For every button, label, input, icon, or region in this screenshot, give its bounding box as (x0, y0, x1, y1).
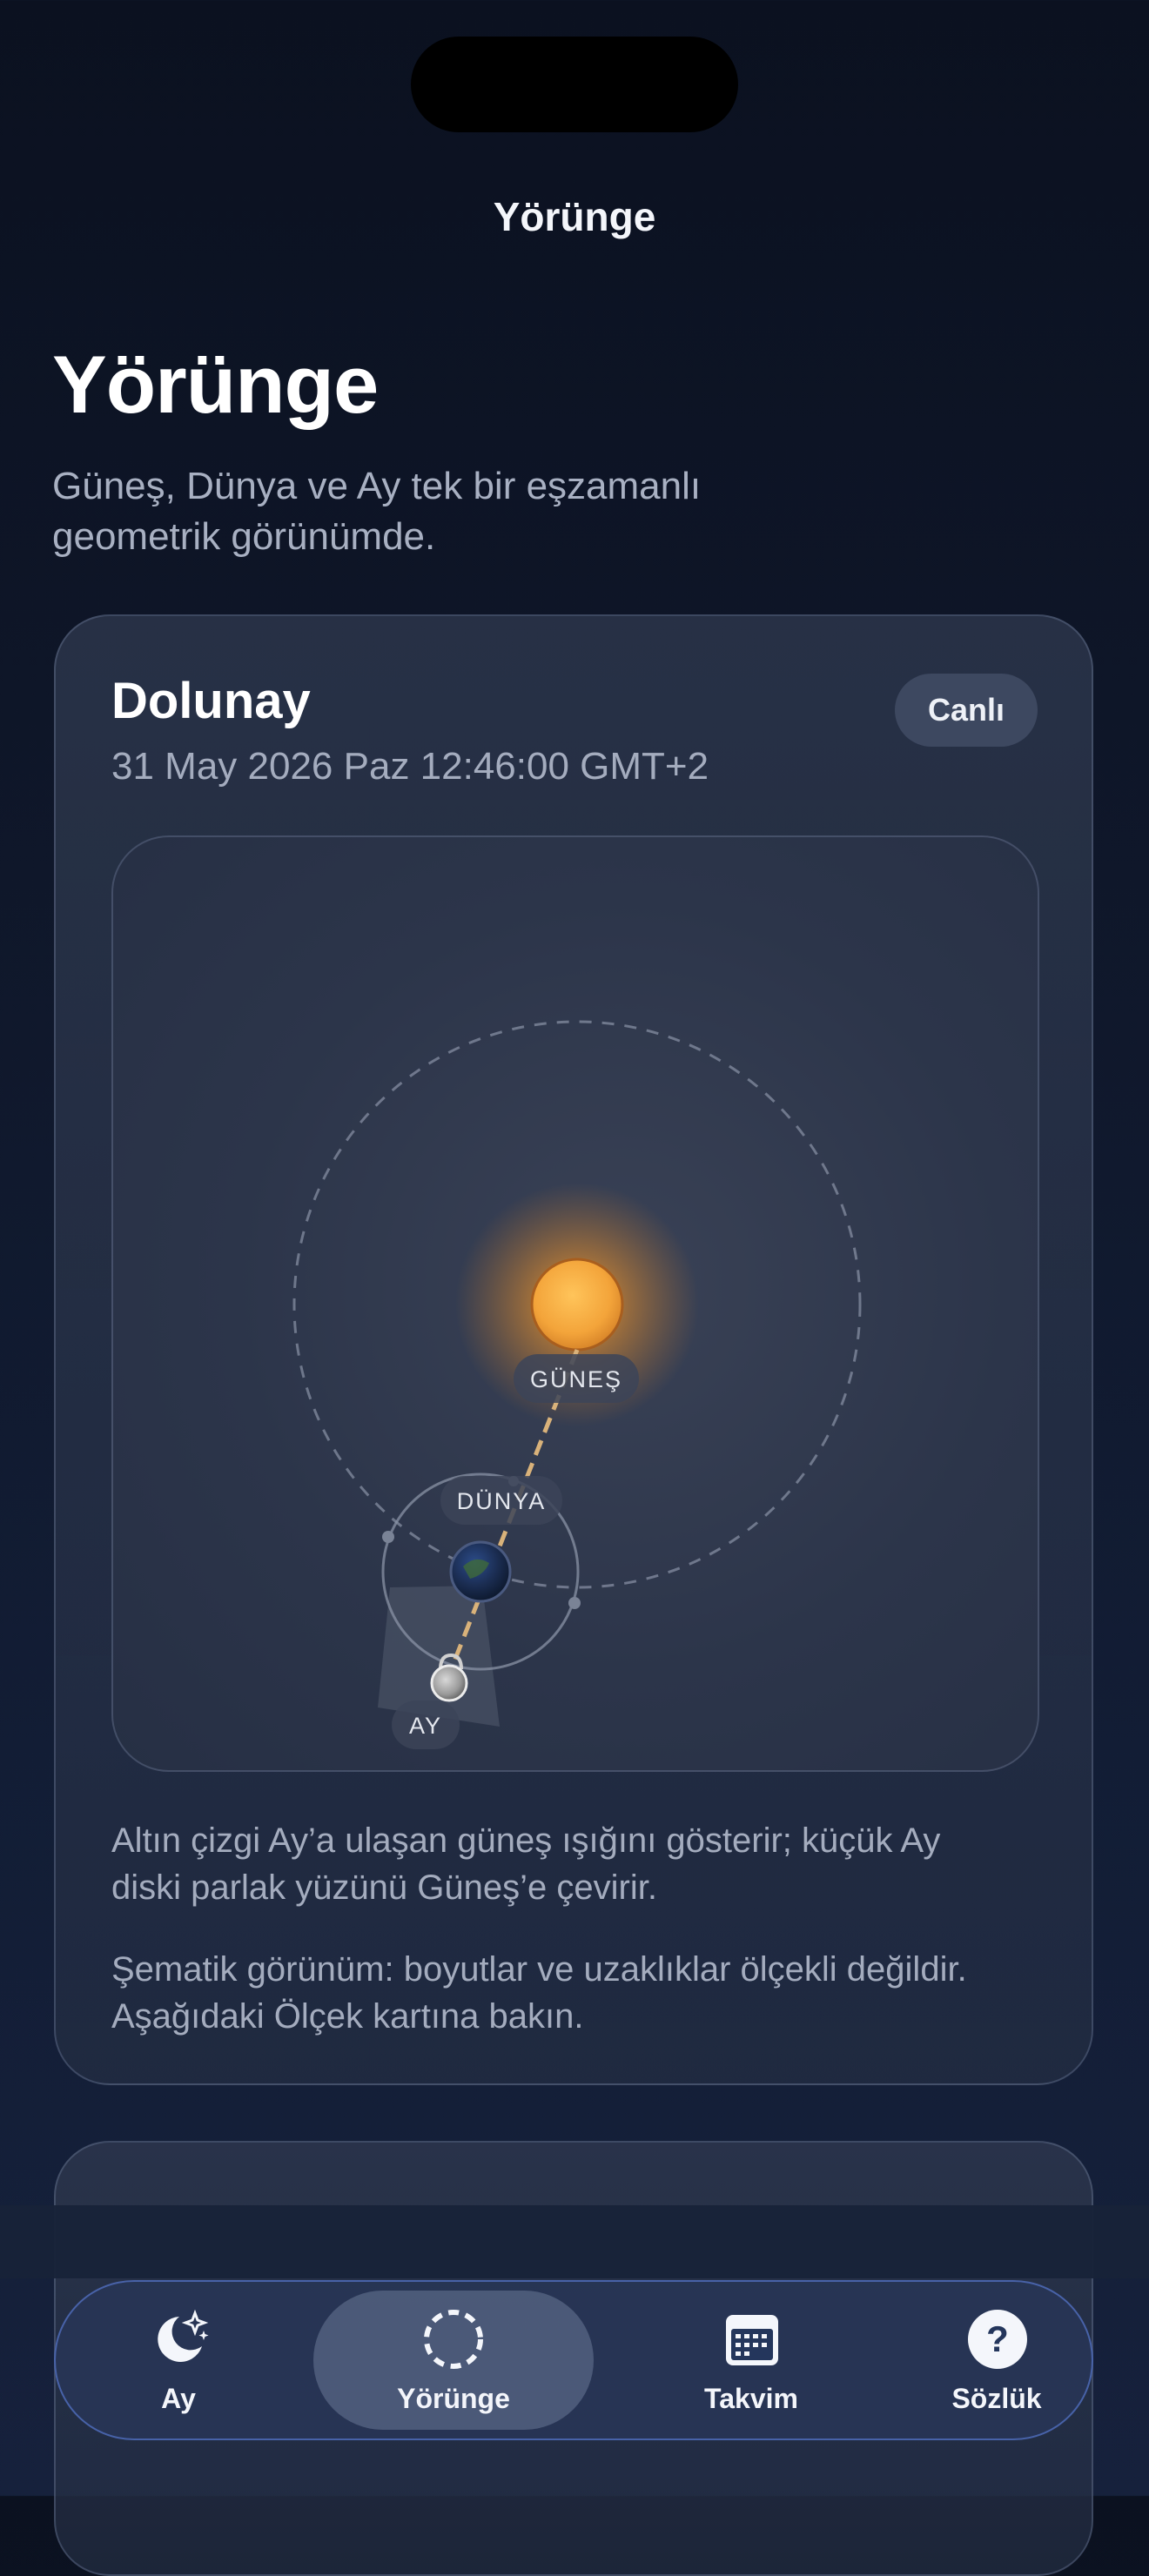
orbit-icon (424, 2310, 483, 2369)
orbit-diagram-svg: GÜNEŞ DÜNYA AY (292, 1020, 862, 1749)
moon-phase-name: Dolunay (111, 673, 311, 729)
earth-label: DÜNYA (457, 1488, 547, 1514)
moon-label: AY (409, 1713, 442, 1739)
tab-yorunge[interactable]: Yörünge (313, 2282, 594, 2438)
sunlight-description: Altın çizgi Ay’a ulaşan güneş ışığını gö… (111, 1817, 1052, 1911)
sun-label: GÜNEŞ (530, 1366, 622, 1392)
orbit-marker (568, 1597, 581, 1609)
orbit-card: Dolunay 31 May 2026 Paz 12:46:00 GMT+2 C… (54, 614, 1093, 2085)
note-line-1: Şematik görünüm: boyutlar ve uzaklıklar … (111, 1950, 967, 1989)
sun (530, 1258, 624, 1352)
moon (430, 1664, 468, 1702)
page-subtitle: Güneş, Dünya ve Ay tek bir eşzamanlı geo… (52, 461, 836, 562)
description-line-2: diski parlak yüzünü Güneş’e çevirir. (111, 1868, 657, 1907)
subtitle-line-1: Güneş, Dünya ve Ay tek bir eşzamanlı (52, 465, 702, 507)
tab-label: Ay (161, 2383, 196, 2414)
page-title: Yörünge (52, 339, 379, 430)
tab-ay[interactable]: Ay (56, 2282, 301, 2438)
moon-stars-icon (158, 2309, 209, 2362)
date-time: 31 May 2026 Paz 12:46:00 GMT+2 (111, 745, 709, 788)
tab-bar: Ay Yörünge Takvim ? Sözlük (54, 2280, 1093, 2440)
tab-label: Sözlük (951, 2383, 1042, 2414)
note-line-2: Aşağıdaki Ölçek kartına bakın. (111, 1997, 584, 2036)
tab-takvim[interactable]: Takvim (628, 2282, 874, 2438)
live-button[interactable]: Canlı (894, 674, 1038, 747)
calendar-icon (726, 2315, 778, 2365)
schematic-note: Şematik görünüm: boyutlar ve uzaklıklar … (111, 1946, 1052, 2040)
tab-label: Yörünge (397, 2383, 510, 2414)
dynamic-island (411, 37, 738, 132)
subtitle-line-2: geometrik görünümde. (52, 515, 436, 558)
bottom-fade (0, 2205, 1149, 2278)
nav-title: Yörünge (493, 194, 656, 239)
orbit-marker (382, 1531, 394, 1543)
description-line-1: Altın çizgi Ay’a ulaşan güneş ışığını gö… (111, 1821, 941, 1860)
orbit-diagram[interactable]: GÜNEŞ DÜNYA AY (111, 835, 1039, 1772)
tab-label: Takvim (704, 2383, 798, 2414)
question-icon: ? (968, 2310, 1027, 2369)
svg-text:?: ? (986, 2318, 1009, 2359)
tab-sozluk[interactable]: ? Sözlük (874, 2282, 1119, 2438)
